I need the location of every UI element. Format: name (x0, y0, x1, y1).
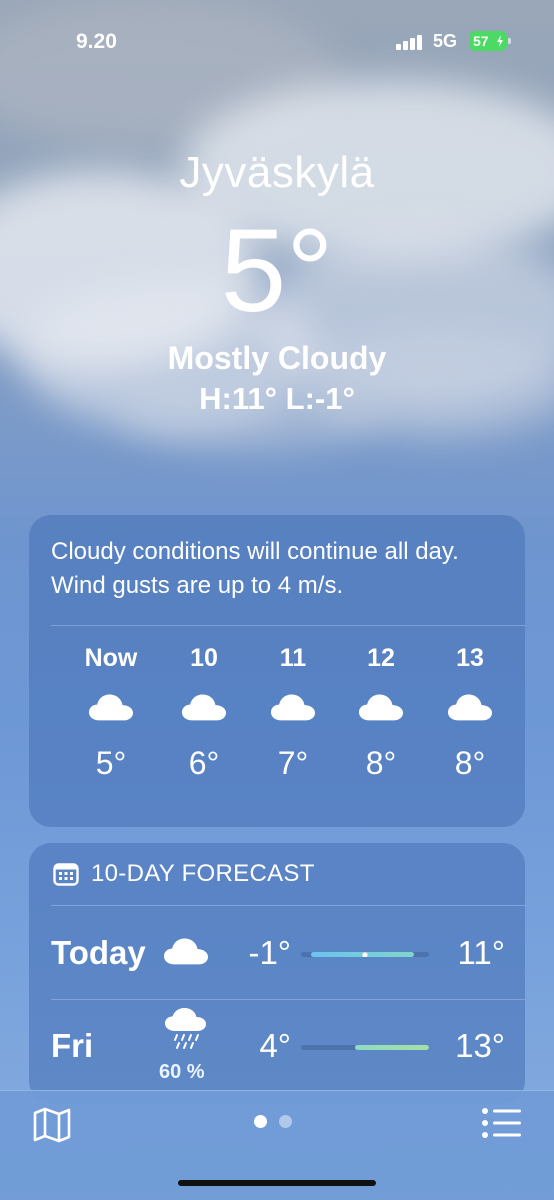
day-label: Fri (51, 1027, 94, 1064)
page-dot[interactable] (279, 1115, 292, 1128)
hour-label: Now (84, 644, 138, 672)
hour-temperature: 5° (95, 745, 127, 781)
hour-temperature: 7° (277, 745, 309, 781)
hourly-item: 14 9° (514, 640, 525, 788)
hour-temperature: 8° (454, 745, 486, 781)
card-divider (51, 625, 525, 626)
daily-forecast-row[interactable]: Today -1° 11° (29, 908, 525, 998)
cloud-icon (358, 694, 404, 721)
ten-day-title: 10-DAY FORECAST (91, 860, 315, 887)
ten-day-forecast-card[interactable]: 10-DAY FORECAST Today -1° 11° Fri 60 % 4° 13° (29, 843, 525, 1103)
condition-text: Mostly Cloudy (167, 340, 387, 376)
cellular-signal-icon (396, 34, 426, 50)
high-temperature: 13° (455, 1027, 505, 1064)
current-temperature-marker (362, 952, 368, 957)
current-weather-header: Jyväskylä 5° Mostly Cloudy H:11° L:-1° (0, 140, 554, 418)
row-divider (51, 999, 525, 1000)
hourly-item: 12 8° (336, 640, 426, 788)
hourly-scroller[interactable]: Now 5° 10 6° 11 7° 12 8° 13 8° 14 9° (29, 640, 525, 815)
list-icon[interactable] (481, 1107, 523, 1139)
current-temperature: 5° (220, 205, 334, 337)
calendar-icon (53, 863, 79, 886)
cloud-icon (270, 694, 316, 721)
cloud-icon (181, 694, 227, 721)
map-icon[interactable] (32, 1107, 72, 1143)
high-low-text: H:11° L:-1° (199, 381, 355, 416)
day-label: Today (51, 934, 146, 971)
high-temperature: 11° (457, 934, 505, 971)
status-time: 9.20 (76, 30, 117, 53)
page-dot-current-location[interactable] (254, 1115, 267, 1128)
battery-icon: 57 (469, 31, 511, 51)
network-type: 5G (433, 31, 458, 51)
hour-temperature: 6° (188, 745, 220, 781)
hour-label: 10 (190, 644, 218, 672)
hourly-item: 10 6° (159, 640, 249, 788)
page-indicator[interactable] (254, 1115, 292, 1131)
hour-label: 14 (514, 640, 525, 676)
cloud-icon (88, 694, 134, 721)
low-temperature: -1° (248, 934, 291, 971)
status-bar: 9.20 5G 57 (0, 0, 554, 84)
hour-label: 11 (279, 644, 307, 672)
ten-day-header: 10-DAY FORECAST (53, 859, 315, 889)
temperature-range-bar (301, 952, 429, 957)
card-divider (51, 905, 525, 906)
precipitation-chance: 60 % (159, 1061, 205, 1083)
hourly-item: Now 5° (66, 640, 156, 788)
temperature-range-bar (301, 1045, 429, 1050)
cloud-icon (447, 694, 493, 721)
hourly-item: 13 8° (425, 640, 515, 788)
forecast-summary: Cloudy conditions will continue all day.… (51, 538, 459, 599)
daily-forecast-row[interactable]: Fri 60 % 4° 13° (29, 1001, 525, 1091)
battery-level: 57 (473, 33, 489, 49)
hour-label: 13 (456, 644, 484, 672)
hourly-forecast-card[interactable]: Cloudy conditions will continue all day.… (29, 515, 525, 827)
hour-temperature: 9° (514, 738, 525, 788)
low-temperature: 4° (259, 1027, 291, 1064)
cloud-rain-icon (165, 1008, 206, 1049)
temperature-range-fill (354, 1045, 429, 1050)
home-indicator[interactable] (178, 1180, 376, 1186)
cloud-icon (163, 938, 209, 965)
city-name: Jyväskylä (179, 148, 375, 197)
hour-temperature: 8° (365, 745, 397, 781)
hourly-item: 11 7° (248, 640, 338, 788)
hour-label: 12 (367, 644, 395, 672)
